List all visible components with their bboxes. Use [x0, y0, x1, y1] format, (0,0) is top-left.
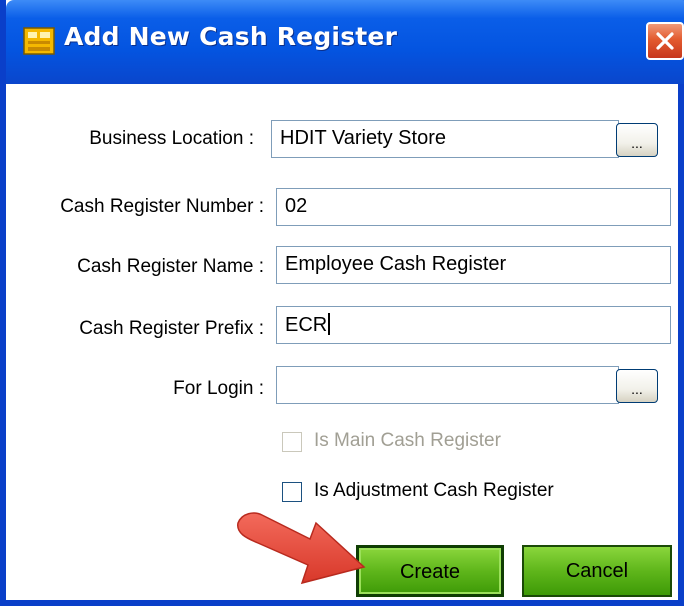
close-icon [656, 32, 674, 50]
window-title: Add New Cash Register [64, 22, 398, 51]
for-login-field[interactable] [276, 366, 619, 404]
dialog-window: Add New Cash Register Business Location … [0, 0, 684, 606]
cash-register-name-label: Cash Register Name : [77, 256, 264, 277]
for-login-label: For Login : [173, 378, 264, 399]
title-bar[interactable]: Add New Cash Register [6, 0, 684, 84]
cash-register-prefix-field[interactable]: ECR [276, 306, 671, 344]
close-button[interactable] [646, 22, 684, 60]
is-main-cash-register-label: Is Main Cash Register [314, 430, 501, 451]
text-caret [328, 313, 331, 335]
business-location-label: Business Location : [89, 128, 254, 149]
cancel-button[interactable]: Cancel [522, 545, 672, 597]
is-main-cash-register-checkbox[interactable] [282, 432, 302, 452]
cash-register-prefix-label: Cash Register Prefix : [79, 318, 264, 339]
create-button[interactable]: Create [356, 545, 504, 597]
is-adjustment-cash-register-label: Is Adjustment Cash Register [314, 480, 554, 501]
business-location-field[interactable]: HDIT Variety Store [271, 120, 619, 158]
cash-register-prefix-value: ECR [285, 314, 328, 336]
cash-register-icon [23, 27, 55, 55]
business-location-browse-button[interactable]: ... [616, 123, 658, 157]
arrow-annotation-icon [237, 512, 366, 585]
cash-register-number-field[interactable]: 02 [276, 188, 671, 226]
is-adjustment-cash-register-checkbox[interactable] [282, 482, 302, 502]
for-login-browse-button[interactable]: ... [616, 369, 658, 403]
cash-register-name-field[interactable]: Employee Cash Register [276, 246, 671, 284]
cash-register-number-label: Cash Register Number : [60, 196, 264, 217]
